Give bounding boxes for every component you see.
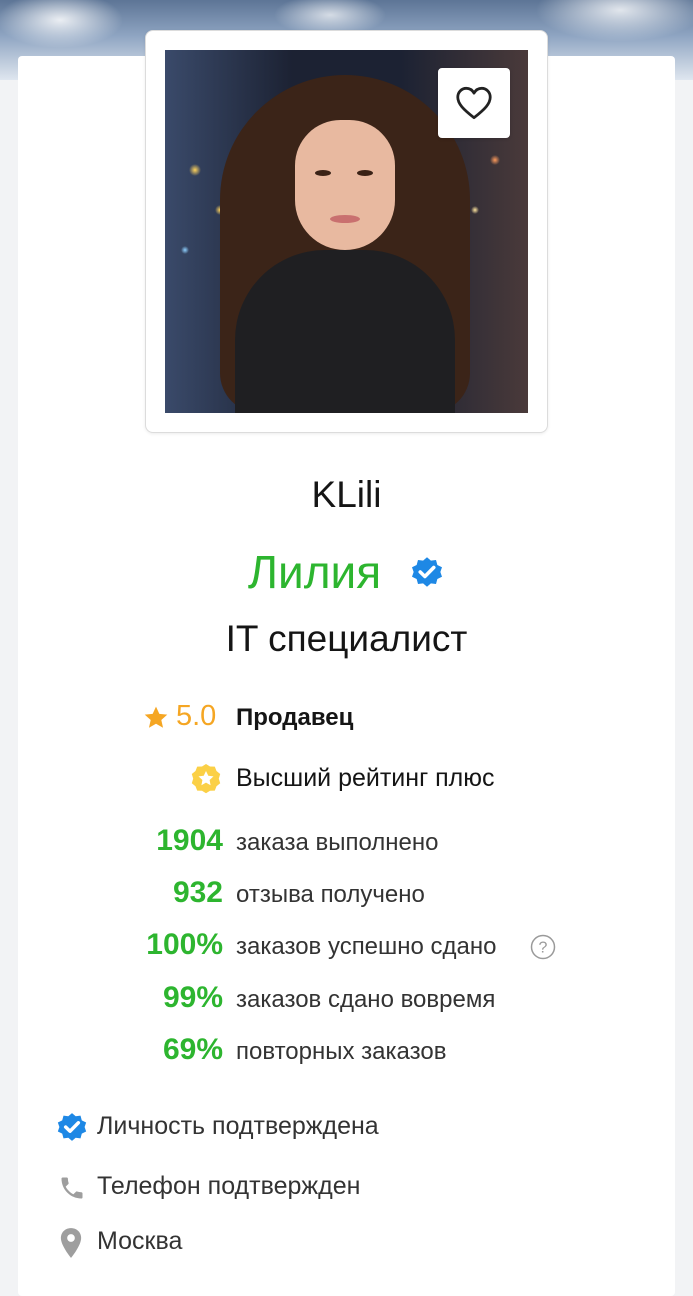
photo-sweater	[235, 250, 455, 413]
stat-label: отзыва получено	[236, 881, 425, 908]
top-rating-row: Высший рейтинг плюс	[0, 760, 693, 798]
rating-row: 5.0 Продавец	[0, 700, 693, 738]
photo-eye	[315, 170, 331, 176]
stat-reviews-received: 932 отзыва получено	[0, 876, 693, 916]
photo-lips	[330, 215, 360, 223]
stat-value: 932	[172, 876, 223, 909]
verification-label: Личность подтверждена	[97, 1112, 379, 1140]
star-icon	[144, 706, 168, 728]
profession-title: IT специалист	[225, 618, 468, 659]
stat-success-rate: 100% заказов успешно сдано ?	[0, 928, 693, 968]
top-rating-badge-icon	[191, 764, 221, 794]
location-pin-icon	[60, 1228, 82, 1258]
verification-identity: Личность подтверждена	[0, 1108, 693, 1148]
stat-on-time-rate: 99% заказов сдано вовремя	[0, 981, 693, 1021]
stat-label: повторных заказов	[236, 1038, 447, 1065]
verification-label: Телефон подтвержден	[97, 1172, 361, 1200]
stat-label: заказов сдано вовремя	[236, 986, 496, 1013]
top-rating-label: Высший рейтинг плюс	[236, 764, 495, 792]
verification-location: Москва	[0, 1223, 693, 1263]
verified-check-icon	[57, 1113, 87, 1141]
stat-label: заказов успешно сдано	[236, 933, 497, 960]
verification-phone: Телефон подтвержден	[0, 1168, 693, 1208]
stat-value: 100%	[146, 928, 223, 961]
role-label: Продавец	[236, 704, 354, 731]
favorite-button[interactable]	[438, 68, 510, 138]
photo-face	[295, 120, 395, 250]
stat-value: 1904	[156, 824, 223, 857]
help-icon[interactable]: ?	[530, 934, 556, 960]
real-name-row: Лилия	[0, 542, 693, 602]
stat-orders-completed: 1904 заказа выполнено	[0, 824, 693, 864]
stat-value: 69%	[162, 1033, 223, 1066]
phone-icon	[61, 1177, 83, 1199]
photo-eye	[357, 170, 373, 176]
stat-label: заказа выполнено	[236, 829, 439, 856]
svg-text:?: ?	[539, 940, 548, 957]
stat-value: 99%	[162, 981, 223, 1014]
stat-repeat-orders: 69% повторных заказов	[0, 1033, 693, 1073]
real-name: Лилия	[247, 546, 382, 598]
username: KLili	[311, 474, 382, 515]
verified-badge-icon	[412, 557, 443, 587]
verification-label: Москва	[97, 1227, 183, 1255]
heart-icon	[456, 86, 492, 120]
rating-value: 5.0	[176, 700, 217, 732]
